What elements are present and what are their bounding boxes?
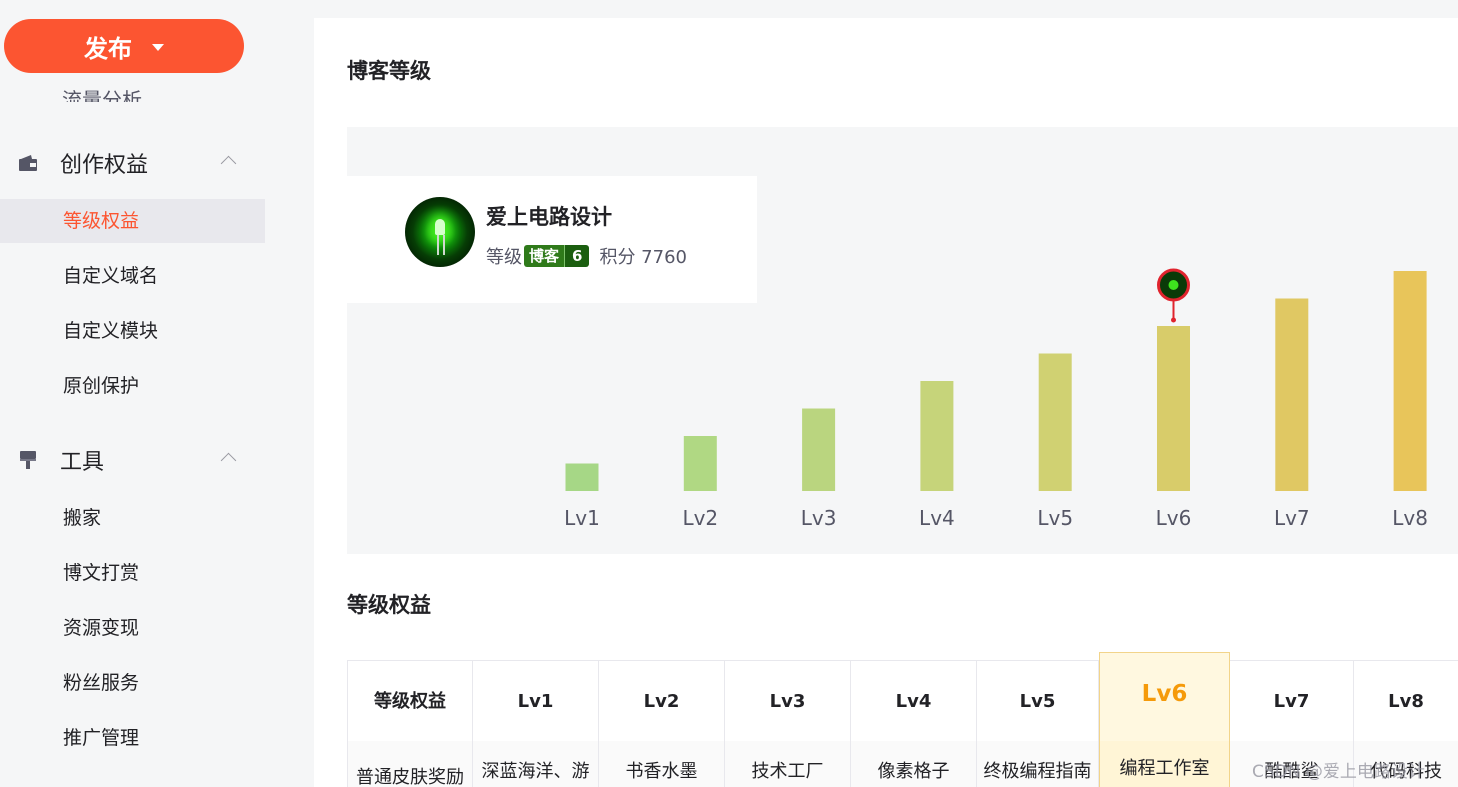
bar-lv1 xyxy=(565,463,599,491)
sidebar-group-title: 创作权益 xyxy=(60,153,149,178)
table-cell: 终极编程指南 xyxy=(977,741,1099,787)
sidebar-item-custom-module[interactable]: 自定义模块 xyxy=(0,309,265,353)
watermark: CSDN @爱上电路设计 xyxy=(1252,762,1425,782)
table-header: Lv7 xyxy=(1230,660,1354,741)
tick-label-lv8: Lv8 xyxy=(1392,506,1428,530)
table-header: Lv4 xyxy=(851,660,977,741)
table-header: Lv2 xyxy=(599,660,725,741)
table-header: Lv8 xyxy=(1354,660,1458,741)
publish-label: 发布 xyxy=(84,35,132,63)
sidebar-item-traffic[interactable]: 流量分析 xyxy=(62,80,142,102)
tick-label-lv3: Lv3 xyxy=(801,506,837,530)
bar-lv8 xyxy=(1393,271,1427,491)
level-rights-title: 等级权益 xyxy=(347,593,431,617)
tick-label-lv1: Lv1 xyxy=(564,506,600,530)
table-cell: 像素格子 xyxy=(851,741,977,787)
table-cell: 技术工厂 xyxy=(725,741,851,787)
sidebar-group-creation-rights[interactable]: 创作权益 xyxy=(0,138,265,188)
bar-lv3 xyxy=(802,408,836,491)
level-chart-panel: Lv1 Lv2 Lv3 Lv4 Lv5 Lv6 Lv7 Lv8 爱上电路设计 等级 博客 6 … xyxy=(347,127,1458,554)
bar-lv5 xyxy=(1038,353,1072,491)
avatar-pin-icon xyxy=(1157,268,1190,323)
bar-lv2 xyxy=(683,436,717,491)
score-text: 积分 7760 xyxy=(599,247,687,268)
main-panel: 博客等级 Lv1 Lv2 Lv3 Lv4 Lv5 Lv6 Lv7 Lv8 爱上电路设计 等级 … xyxy=(314,18,1458,787)
bar-lv4 xyxy=(920,381,954,491)
tick-label-lv6: Lv6 xyxy=(1156,506,1192,530)
profile-meta: 等级 博客 6 积分 7760 xyxy=(486,243,687,269)
tick-label-lv5: Lv5 xyxy=(1037,506,1073,530)
profile-name[interactable]: 爱上电路设计 xyxy=(486,201,612,231)
sidebar-item-fans[interactable]: 粉丝服务 xyxy=(0,661,265,705)
chevron-up-icon[interactable] xyxy=(220,155,237,172)
sidebar-item-original-protection[interactable]: 原创保护 xyxy=(0,364,265,408)
avatar[interactable] xyxy=(405,197,475,267)
table-cell: 深蓝海洋、游 xyxy=(473,741,599,787)
table-header: 等级权益 xyxy=(347,660,473,741)
level-badge: 博客 6 xyxy=(524,245,590,267)
sidebar: 发布 流量分析 创作权益 等级权益 自定义域名 自定义模块 原创保护 工具 搬家… xyxy=(0,0,300,787)
table-cell: 书香水墨 xyxy=(599,741,725,787)
badge-level: 6 xyxy=(564,245,590,267)
tick-label-lv4: Lv4 xyxy=(919,506,955,530)
sidebar-item-migrate[interactable]: 搬家 xyxy=(0,496,265,540)
sidebar-item-custom-domain[interactable]: 自定义域名 xyxy=(0,254,265,298)
caret-down-icon xyxy=(152,44,164,51)
badge-name: 博客 xyxy=(524,245,565,267)
table-header: Lv3 xyxy=(725,660,851,741)
publish-button[interactable]: 发布 xyxy=(4,19,244,73)
tick-label-lv2: Lv2 xyxy=(682,506,718,530)
profile-card: 爱上电路设计 等级 博客 6 积分 7760 xyxy=(347,176,757,303)
table-cell-current: 编程工作室 xyxy=(1099,741,1230,787)
table-header: Lv1 xyxy=(473,660,599,741)
chevron-up-icon[interactable] xyxy=(220,452,237,469)
table-cell: 普通皮肤奖励 xyxy=(347,741,473,787)
led-leg xyxy=(437,235,439,255)
table-header: Lv5 xyxy=(977,660,1099,741)
table-header-current: Lv6 xyxy=(1099,652,1230,741)
bar-lv6 xyxy=(1157,326,1190,491)
led-leg xyxy=(443,235,445,255)
brush-icon xyxy=(20,451,36,469)
tick-label-lv7: Lv7 xyxy=(1274,506,1310,530)
sidebar-item-monetize[interactable]: 资源变现 xyxy=(0,606,265,650)
wallet-icon xyxy=(19,155,37,171)
sidebar-item-promotion[interactable]: 推广管理 xyxy=(0,716,265,760)
led-image xyxy=(435,219,445,235)
sidebar-item-reward[interactable]: 博文打赏 xyxy=(0,551,265,595)
level-label: 等级 xyxy=(486,247,522,268)
sidebar-group-tools[interactable]: 工具 xyxy=(0,435,265,485)
blog-level-title: 博客等级 xyxy=(347,59,431,83)
bar-lv7 xyxy=(1275,298,1309,491)
sidebar-item-level-rights[interactable]: 等级权益 xyxy=(0,199,265,243)
sidebar-group-title: 工具 xyxy=(60,450,105,475)
